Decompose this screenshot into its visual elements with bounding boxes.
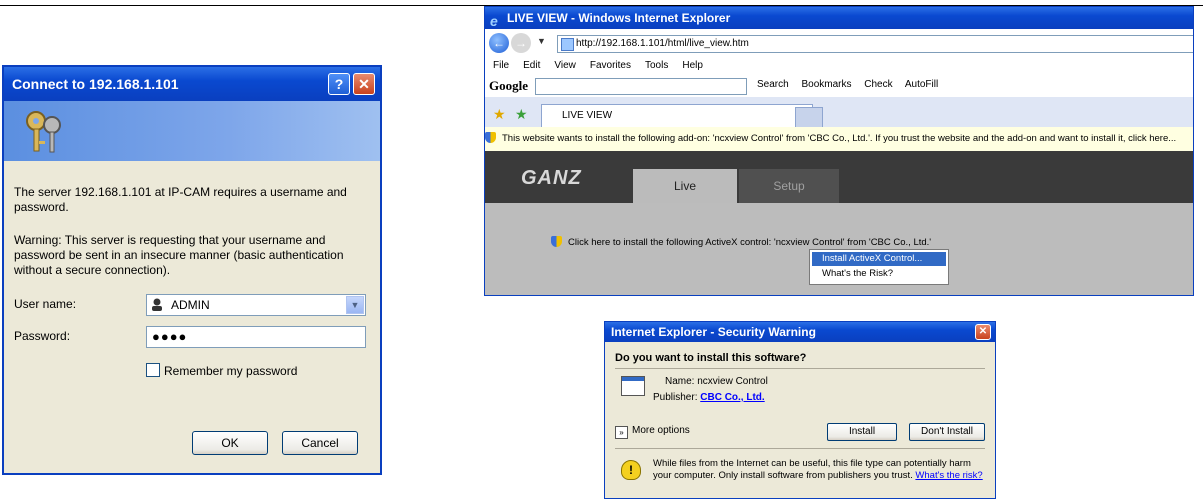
username-combobox[interactable]: ADMIN ▼ [146, 294, 366, 316]
whats-the-risk-link[interactable]: What's the risk? [915, 470, 982, 481]
warning-shield-icon: ! [621, 460, 641, 480]
tab-setup[interactable]: Setup [739, 169, 839, 203]
name-label: Name: [665, 376, 695, 387]
help-button[interactable]: ? [328, 73, 350, 95]
remember-password-checkbox[interactable]: Remember my password [146, 363, 297, 378]
history-dropdown-icon[interactable]: ▼ [537, 36, 546, 46]
keys-icon [26, 111, 61, 153]
autofill-button[interactable]: AutoFill [905, 79, 938, 90]
menu-file[interactable]: File [493, 60, 509, 71]
publisher-label: Publisher: [653, 392, 698, 403]
new-tab-button[interactable] [795, 107, 823, 128]
infobar-text: This website wants to install the follow… [502, 133, 1177, 144]
chevron-down-icon[interactable]: » [615, 426, 628, 439]
more-options-toggle[interactable]: » More options [615, 425, 690, 439]
name-value: ncxview Control [697, 376, 768, 387]
google-tools: Search Bookmarks Check AutoFill [757, 79, 948, 90]
activex-prompt-text: Click here to install the following Acti… [568, 237, 932, 248]
chevron-down-icon[interactable]: ▼ [346, 296, 364, 314]
install-question: Do you want to install this software? [615, 352, 807, 364]
login-banner [4, 101, 380, 161]
browser-title-bar: e LIVE VIEW - Windows Internet Explorer [485, 7, 1193, 29]
dont-install-button[interactable]: Don't Install [909, 423, 985, 441]
install-button[interactable]: Install [827, 423, 897, 441]
divider [615, 368, 985, 369]
application-icon [621, 376, 645, 396]
menu-favorites[interactable]: Favorites [590, 60, 631, 71]
google-search-button[interactable]: Search [757, 79, 789, 90]
menu-edit[interactable]: Edit [523, 60, 540, 71]
username-value: ADMIN [171, 298, 210, 312]
add-favorite-icon[interactable]: ★ [515, 106, 528, 123]
context-menu: Install ActiveX Control... What's the Ri… [809, 249, 949, 285]
security-dialog-title: Internet Explorer - Security Warning ✕ [605, 322, 995, 342]
login-dialog-title: Connect to 192.168.1.101 [4, 67, 380, 101]
favorites-star-icon[interactable]: ★ [493, 106, 506, 123]
user-icon [152, 298, 162, 311]
menu-help[interactable]: Help [682, 60, 703, 71]
close-button[interactable]: ✕ [975, 324, 991, 340]
camera-page-header: GANZ Live Setup [485, 151, 1193, 203]
activex-prompt[interactable]: Click here to install the following Acti… [551, 236, 931, 248]
browser-window: e LIVE VIEW - Windows Internet Explorer … [484, 6, 1194, 296]
menu-bar: File Edit View Favorites Tools Help [485, 57, 1193, 75]
password-field[interactable]: ●●●● [146, 326, 366, 348]
camera-page-body: Click here to install the following Acti… [485, 203, 1193, 295]
information-bar[interactable]: This website wants to install the follow… [485, 127, 1193, 152]
install-activex-menu-item[interactable]: Install ActiveX Control... [812, 252, 946, 266]
checkbox-box[interactable] [146, 363, 160, 377]
publisher-link[interactable]: CBC Co., Ltd. [700, 392, 764, 403]
google-search-input[interactable] [535, 78, 747, 95]
password-value: ●●●● [152, 329, 188, 344]
login-dialog: Connect to 192.168.1.101 ? ✕ The server … [2, 65, 382, 475]
password-label: Password: [14, 329, 71, 343]
tab-label: LIVE VIEW [562, 110, 613, 121]
spell-check-button[interactable]: Check [864, 79, 892, 90]
login-warning: Warning: This server is requesting that … [14, 233, 344, 277]
security-warning-dialog: Internet Explorer - Security Warning ✕ D… [604, 321, 996, 499]
menu-tools[interactable]: Tools [645, 60, 668, 71]
shield-icon [485, 132, 496, 143]
cancel-button[interactable]: Cancel [282, 431, 358, 455]
address-row: ← → ▼ http://192.168.1.101/html/live_vie… [485, 29, 1193, 57]
security-dialog-title-text: Internet Explorer - Security Warning [611, 325, 816, 339]
tab-live[interactable]: Live [633, 169, 737, 203]
address-bar[interactable]: http://192.168.1.101/html/live_view.htm [557, 35, 1193, 53]
name-row: Name: ncxview Control [665, 376, 768, 387]
page-icon [561, 38, 574, 51]
google-toolbar: Google Search Bookmarks Check AutoFill [485, 75, 1193, 97]
more-options-label: More options [632, 425, 690, 436]
whats-the-risk-menu-item[interactable]: What's the Risk? [812, 267, 946, 281]
ganz-logo: GANZ [521, 167, 582, 189]
tab-live-view[interactable]: LIVE VIEW [541, 104, 813, 127]
close-button[interactable]: ✕ [353, 73, 375, 95]
menu-view[interactable]: View [554, 60, 576, 71]
google-logo: Google [489, 78, 528, 93]
forward-button[interactable]: → [511, 33, 531, 53]
shield-icon [551, 236, 562, 247]
browser-title: LIVE VIEW - Windows Internet Explorer [507, 11, 731, 25]
remember-password-label: Remember my password [164, 364, 298, 378]
ok-button[interactable]: OK [192, 431, 268, 455]
bookmarks-button[interactable]: Bookmarks [801, 79, 851, 90]
url-text: http://192.168.1.101/html/live_view.htm [576, 38, 749, 49]
login-prompt: The server 192.168.1.101 at IP-CAM requi… [14, 185, 347, 214]
security-warning-text: While files from the Internet can be use… [653, 458, 988, 482]
tab-bar: ★ ★ LIVE VIEW [485, 97, 1193, 128]
back-button[interactable]: ← [489, 33, 509, 53]
username-label: User name: [14, 297, 77, 311]
publisher-row: Publisher: CBC Co., Ltd. [653, 392, 765, 403]
divider [615, 448, 985, 449]
